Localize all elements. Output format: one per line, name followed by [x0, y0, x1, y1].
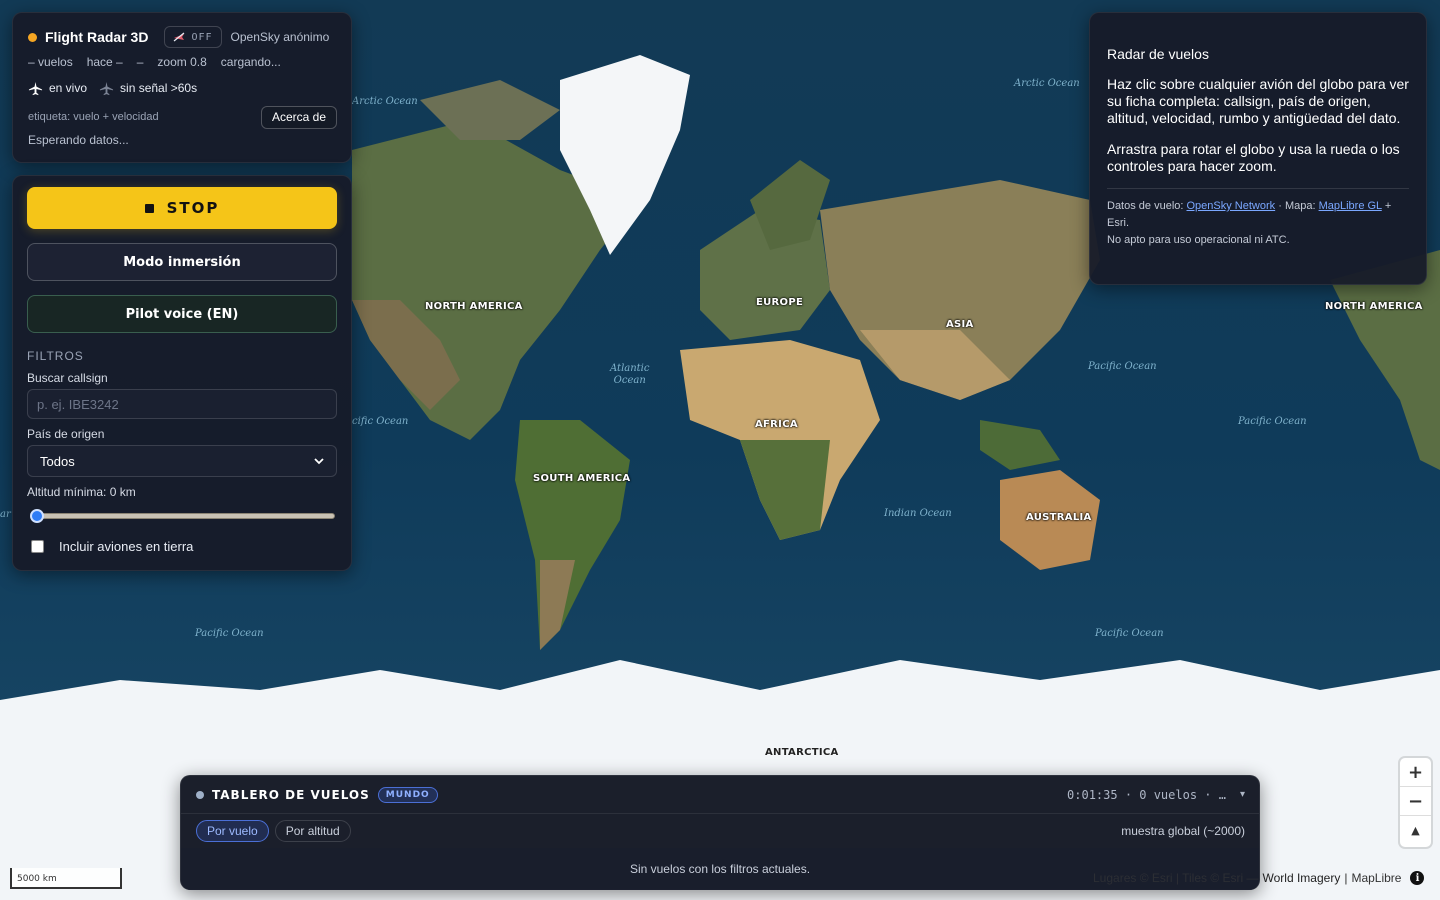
- attribution-sources: Lugares © Esri | Tiles © Esri —: [1093, 871, 1259, 885]
- credits-mid: · Mapa:: [1278, 200, 1316, 212]
- label-south-america: SOUTH AMERICA: [533, 473, 631, 484]
- atlantic-line-1: Atlantic: [610, 363, 650, 374]
- sample-label: muestra global (~2000): [1121, 824, 1245, 838]
- compass-button[interactable]: ▲: [1400, 816, 1431, 845]
- flight-count: – vuelos: [28, 55, 73, 69]
- label-atlantic-ocean: Atlantic Ocean: [610, 363, 649, 387]
- label-asia: ASIA: [946, 319, 974, 330]
- loading-status: cargando...: [220, 55, 281, 69]
- stop-icon: [144, 203, 154, 213]
- label-arctic-ocean-east: Arctic Ocean: [1014, 78, 1080, 89]
- stop-button[interactable]: STOP: [27, 187, 337, 229]
- label-pacific-ocean-e: Pacific Ocean: [1238, 416, 1307, 427]
- altitude-slider-thumb[interactable]: [30, 509, 44, 523]
- altitude-slider[interactable]: [27, 509, 337, 523]
- about-button[interactable]: Acerca de: [260, 105, 337, 129]
- tab-by-flight[interactable]: Por vuelo: [196, 820, 269, 842]
- connection-status-dot: [28, 32, 37, 42]
- label-pacific-ocean-sw: Pacific Ocean: [195, 628, 264, 639]
- country-selected-value: Todos: [40, 453, 75, 469]
- immersion-mode-button[interactable]: Modo inmersión: [27, 243, 337, 281]
- info-paragraph-rotate: Arrastra para rotar el globo y usa la ru…: [1107, 141, 1400, 174]
- board-header[interactable]: TABLERO DE VUELOS MUNDO 0:01:35 · 0 vuel…: [181, 776, 1259, 814]
- board-title: TABLERO DE VUELOS: [212, 787, 370, 802]
- attribution-info-icon[interactable]: i: [1410, 871, 1425, 885]
- data-source-label: OpenSky anónimo: [230, 30, 330, 44]
- collapse-icon[interactable]: ▾: [1240, 789, 1245, 800]
- label-pacific-ocean-w: cific Ocean: [352, 416, 409, 427]
- label-antarctica: ANTARCTICA: [765, 747, 839, 758]
- stats-dash: –: [136, 55, 144, 69]
- opensky-link[interactable]: OpenSky Network: [1187, 200, 1276, 212]
- atlantic-line-2: Ocean: [613, 375, 646, 386]
- stop-button-label: STOP: [166, 199, 220, 217]
- info-paragraph-click: Haz clic sobre cualquier avión del globo…: [1107, 76, 1409, 126]
- waiting-message: Esperando datos...: [28, 133, 129, 147]
- board-meta: 0:01:35 · 0 vuelos · …: [1067, 787, 1226, 802]
- zoom-in-button[interactable]: +: [1400, 758, 1431, 787]
- label-australia: AUSTRALIA: [1026, 512, 1092, 523]
- info-divider: [1107, 188, 1409, 189]
- pilot-voice-button[interactable]: Pilot voice (EN): [27, 295, 337, 333]
- label-arctic-ocean: Arctic Ocean: [352, 96, 418, 107]
- maplibre-link[interactable]: MapLibre GL: [1319, 200, 1382, 212]
- plane-live-icon: [28, 81, 43, 95]
- info-credits: Datos de vuelo: OpenSky Network · Mapa: …: [1107, 198, 1409, 249]
- controls-panel: STOP Modo inmersión Pilot voice (EN) FIL…: [12, 175, 352, 571]
- map-attribution: Lugares © Esri | Tiles © Esri — World Im…: [1093, 868, 1425, 888]
- label-north-america: NORTH AMERICA: [425, 301, 523, 312]
- audio-off-toggle[interactable]: OFF: [164, 26, 222, 48]
- status-title-row: Flight Radar 3D OFF OpenSky anónimo: [28, 26, 337, 48]
- attribution-maplibre[interactable]: MapLibre: [1351, 871, 1401, 885]
- attribution-imagery[interactable]: World Imagery: [1263, 871, 1341, 885]
- altitude-label: Altitud mínima: 0 km: [27, 485, 136, 499]
- info-panel: Radar de vuelos Haz clic sobre cualquier…: [1089, 12, 1427, 285]
- disclaimer: No apto para uso operacional ni ATC.: [1107, 234, 1290, 246]
- country-select[interactable]: Todos: [27, 445, 337, 477]
- label-mode[interactable]: etiqueta: vuelo + velocidad: [28, 111, 159, 123]
- board-tabs: Por vuelo Por altitud muestra global (~2…: [181, 814, 1259, 848]
- data-age: hace –: [86, 55, 123, 69]
- credits-prefix: Datos de vuelo:: [1107, 200, 1184, 212]
- compass-icon: ▲: [1411, 824, 1420, 837]
- country-label: País de origen: [27, 427, 105, 441]
- zoom-out-button[interactable]: −: [1400, 787, 1431, 816]
- legend-row: en vivo sin señal >60s: [28, 79, 337, 97]
- filters-title: FILTROS: [27, 349, 84, 363]
- info-title: Radar de vuelos: [1107, 46, 1209, 62]
- zoom-level: zoom 0.8: [157, 55, 207, 69]
- tab-by-altitude[interactable]: Por altitud: [274, 820, 351, 842]
- label-pacific-ocean-se: Pacific Ocean: [1095, 628, 1164, 639]
- plane-stale-icon: [99, 81, 114, 95]
- board-status-dot: [196, 790, 204, 799]
- chevron-down-icon: [314, 457, 324, 464]
- plane-off-icon: [174, 32, 185, 42]
- attribution-separator: |: [1344, 871, 1348, 885]
- scale-bar: 5000 km: [10, 868, 122, 889]
- label-africa: AFRICA: [755, 419, 798, 430]
- ground-planes-checkbox[interactable]: [31, 540, 44, 553]
- ground-planes-label[interactable]: Incluir aviones en tierra: [59, 539, 193, 554]
- legend-no-signal: sin señal >60s: [99, 81, 197, 96]
- label-mode-row: etiqueta: vuelo + velocidad Acerca de: [28, 105, 337, 129]
- label-europe: EUROPE: [756, 297, 804, 308]
- label-north-america-east: NORTH AMERICA: [1325, 301, 1423, 312]
- callsign-search-input[interactable]: [27, 389, 337, 419]
- label-pacific-ocean-ne: Pacific Ocean: [1088, 361, 1157, 372]
- scope-badge: MUNDO: [377, 786, 438, 803]
- altitude-slider-track: [31, 513, 335, 519]
- legend-no-signal-label: sin señal >60s: [120, 81, 198, 95]
- off-label: OFF: [191, 31, 213, 43]
- legend-live: en vivo: [28, 81, 87, 96]
- label-edge-fragment: ar: [0, 509, 11, 520]
- status-panel: Flight Radar 3D OFF OpenSky anónimo – vu…: [12, 12, 352, 163]
- legend-live-label: en vivo: [49, 81, 88, 95]
- map-navigation-controls: + − ▲: [1400, 758, 1431, 847]
- stats-row: – vuelos hace – – zoom 0.8 cargando...: [28, 55, 337, 71]
- app-title: Flight Radar 3D: [45, 29, 149, 45]
- ground-planes-row: Incluir aviones en tierra: [27, 539, 337, 554]
- callsign-label: Buscar callsign: [27, 371, 108, 385]
- label-indian-ocean: Indian Ocean: [884, 508, 952, 519]
